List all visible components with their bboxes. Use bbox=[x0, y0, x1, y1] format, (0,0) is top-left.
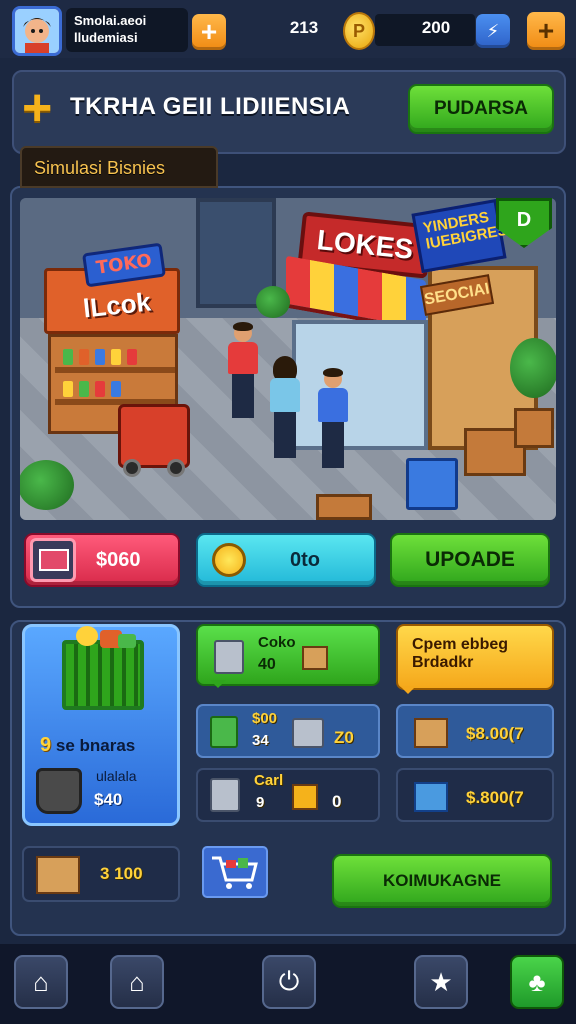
bonus-button[interactable]: 0to bbox=[196, 533, 376, 587]
shopping-cart-icon[interactable] bbox=[202, 846, 268, 898]
product-item bbox=[127, 349, 137, 365]
star-icon[interactable]: ★ bbox=[414, 955, 468, 1009]
bolt-icon: ⚡ bbox=[486, 20, 500, 41]
upgrade-button[interactable]: UPOADE bbox=[390, 533, 550, 587]
blue-bin bbox=[406, 458, 458, 510]
stock-label: Coko bbox=[258, 634, 296, 651]
trash-bin-icon[interactable] bbox=[36, 768, 82, 814]
cart-icon bbox=[292, 718, 324, 748]
sun-icon bbox=[212, 543, 246, 577]
box-icon bbox=[292, 784, 318, 810]
player-name-line1: Smolai.aeoi bbox=[74, 13, 147, 28]
cash-button[interactable]: $060 bbox=[24, 533, 180, 587]
bottom-stock-value: 3 100 bbox=[100, 864, 143, 883]
cash-register-icon bbox=[30, 538, 76, 582]
banner-plus-icon: + bbox=[22, 79, 53, 137]
plant-mid bbox=[256, 286, 290, 318]
box-icon bbox=[414, 718, 448, 748]
coin-symbol: P bbox=[352, 20, 365, 41]
section-tab[interactable]: Simulasi Bisnies bbox=[20, 146, 218, 188]
cart-row-right: 0 bbox=[332, 792, 342, 811]
shelf bbox=[55, 367, 175, 373]
product-item bbox=[79, 349, 89, 365]
player-avatar[interactable] bbox=[12, 6, 62, 56]
cash-value: $060 bbox=[96, 548, 141, 571]
price-row-1[interactable]: $8.00(7 bbox=[396, 704, 554, 758]
product-item bbox=[111, 349, 121, 365]
product-crate bbox=[316, 494, 372, 520]
home-icon[interactable]: ⌂ bbox=[14, 955, 68, 1009]
plus-icon: + bbox=[200, 16, 218, 47]
box-icon bbox=[302, 646, 328, 670]
cart-row-label: Carl bbox=[254, 772, 284, 789]
banner-action-button[interactable]: PUDARSA bbox=[408, 84, 554, 134]
price-2: $.800(7 bbox=[466, 788, 524, 807]
basket-icon bbox=[62, 626, 144, 710]
product-item bbox=[79, 381, 89, 397]
house-icon[interactable]: ⌂ bbox=[110, 955, 164, 1009]
store-front-window bbox=[292, 320, 428, 450]
banner-title: TKRHA GEII LIDIIENSIA bbox=[70, 93, 351, 120]
price-row-2[interactable]: $.800(7 bbox=[396, 768, 554, 822]
supply-row[interactable]: $00 34 Z0 bbox=[196, 704, 380, 758]
product-item bbox=[95, 381, 105, 397]
stock-card[interactable]: Coko 40 bbox=[196, 624, 380, 688]
cart-drawing bbox=[212, 856, 258, 889]
add-profile-button[interactable]: + bbox=[192, 14, 226, 50]
bottom-stock-box[interactable]: 3 100 bbox=[22, 846, 180, 902]
shop-card-sublabel: ulalala bbox=[96, 768, 137, 784]
shop-card-count: 9 bbox=[40, 734, 52, 756]
product-item bbox=[63, 381, 73, 397]
coin-icon: P bbox=[343, 12, 375, 50]
red-cart bbox=[118, 404, 190, 477]
order-line1: Cpem ebbeg bbox=[412, 636, 509, 653]
product-item bbox=[95, 349, 105, 365]
shop-card-subvalue: $40 bbox=[94, 790, 123, 809]
plant-left bbox=[20, 460, 74, 510]
box-icon bbox=[414, 782, 448, 812]
power-icon[interactable]: ⏻ bbox=[262, 955, 316, 1009]
coin-count: 200 bbox=[421, 18, 451, 37]
register-icon bbox=[214, 640, 244, 674]
register-icon bbox=[210, 778, 240, 812]
plant-right bbox=[510, 338, 556, 398]
main-action-button[interactable]: KOIMUKAGNE bbox=[332, 854, 552, 908]
bonus-value: 0to bbox=[290, 548, 320, 571]
supply-right-value: Z0 bbox=[334, 728, 354, 747]
add-coins-button[interactable]: + bbox=[527, 12, 565, 50]
product-item bbox=[63, 349, 73, 365]
product-item bbox=[111, 381, 121, 397]
energy-button[interactable]: ⚡ bbox=[476, 14, 510, 48]
cart-row[interactable]: Carl 9 0 bbox=[196, 768, 380, 822]
plus-icon: + bbox=[537, 15, 555, 46]
gem-count: 213 bbox=[289, 18, 319, 37]
supply-top-value: $00 bbox=[252, 710, 278, 727]
order-line2: Brdadkr bbox=[412, 654, 474, 671]
cash-icon bbox=[210, 716, 238, 748]
price-1: $8.00(7 bbox=[466, 724, 524, 743]
shop-card-label: 9 se bnaras bbox=[40, 734, 135, 757]
box-icon bbox=[36, 856, 80, 894]
player-name-line2: lludemiasi bbox=[74, 30, 138, 45]
product-crate bbox=[514, 408, 554, 448]
player-name-box: Smolai.aeoi lludemiasi bbox=[66, 8, 188, 52]
avatar-portrait bbox=[15, 9, 59, 53]
clover-icon[interactable]: ♣ bbox=[510, 955, 564, 1009]
supply-left-value: 34 bbox=[252, 732, 269, 749]
shop-card-text: se bnaras bbox=[55, 736, 136, 755]
order-card[interactable]: Cpem ebbeg Brdadkr bbox=[396, 624, 554, 694]
cart-row-left: 9 bbox=[256, 794, 265, 811]
stock-value: 40 bbox=[258, 656, 276, 673]
